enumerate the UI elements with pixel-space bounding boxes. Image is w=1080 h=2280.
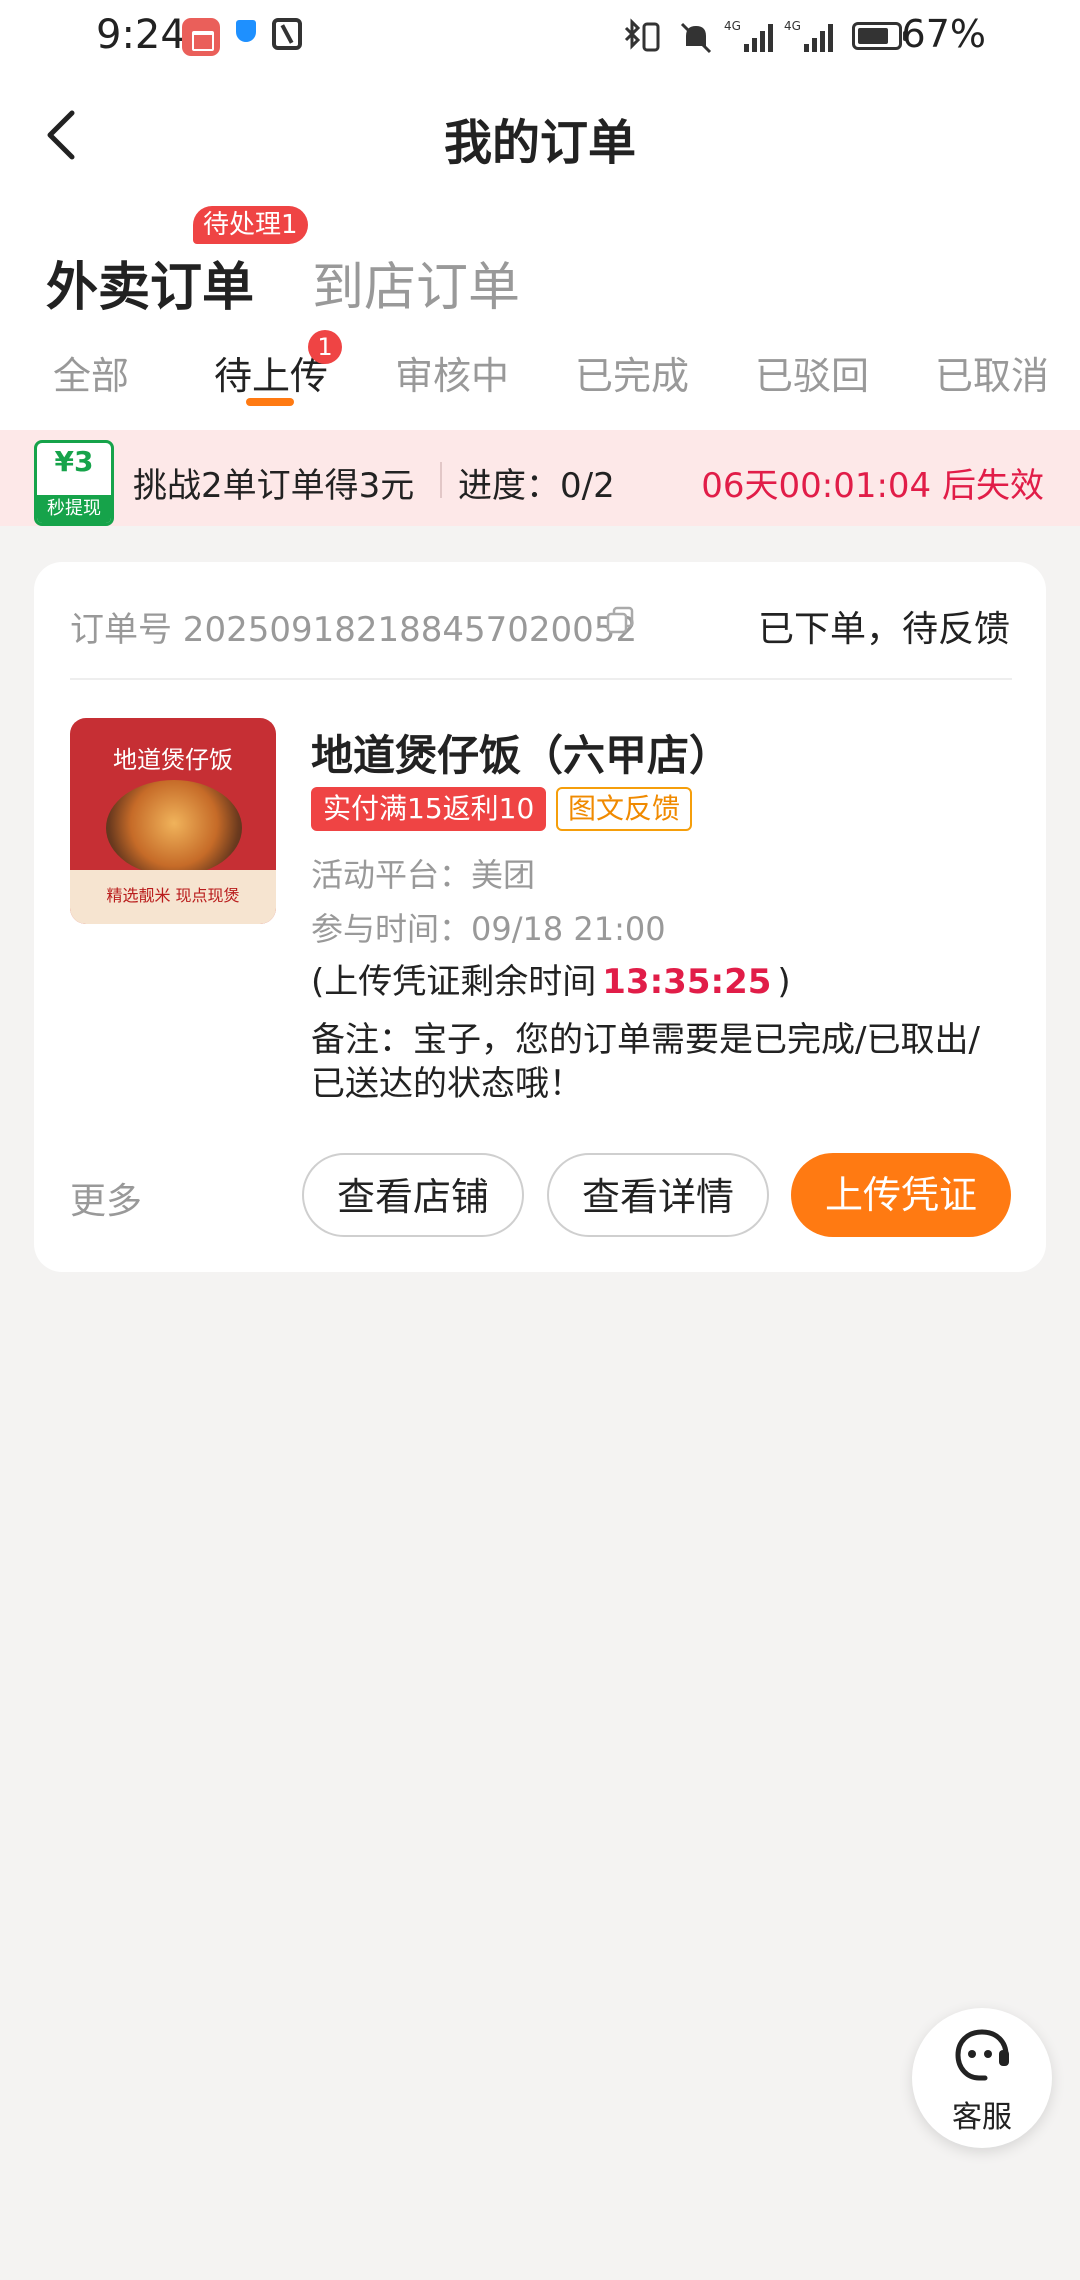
battery-icon xyxy=(852,22,907,50)
battery-percent: 67% xyxy=(901,12,986,56)
svg-text:4G: 4G xyxy=(724,19,741,33)
nfc-icon xyxy=(272,18,302,50)
upload-proof-button[interactable]: 上传凭证 xyxy=(791,1153,1011,1237)
card-divider xyxy=(70,678,1012,680)
shield-icon xyxy=(236,20,256,42)
page-title: 我的订单 xyxy=(443,115,636,171)
status-time: 9:24 xyxy=(96,12,186,58)
countdown-prefix: (上传凭证剩余时间 xyxy=(311,962,597,1002)
pending-badge: 待处理1 xyxy=(193,206,308,244)
status-bar: 9:24 4G 4G 67% xyxy=(0,0,1080,75)
customer-service-button[interactable]: 客服 xyxy=(912,2008,1052,2148)
rebate-tag: 实付满15返利10 xyxy=(311,787,547,831)
view-detail-button[interactable]: 查看详情 xyxy=(547,1153,769,1237)
store-image[interactable]: 地道煲仔饭 精选靓米 现点现煲 xyxy=(70,718,276,924)
join-time: 参与时间：09/18 21:00 xyxy=(311,910,666,948)
order-remark: 备注：宝子，您的订单需要是已完成/已取出/已送达的状态哦！ xyxy=(311,1020,980,1104)
mute-bell-icon xyxy=(680,22,712,54)
bluetooth-icon xyxy=(624,18,660,52)
copy-icon[interactable] xyxy=(606,606,634,634)
system-icons: 4G 4G xyxy=(620,18,920,58)
reward-amount: ¥3 xyxy=(54,445,94,478)
huawei-app-icon xyxy=(182,18,220,56)
view-store-button[interactable]: 查看店铺 xyxy=(302,1153,524,1237)
challenge-text: 挑战2单订单得3元 xyxy=(133,466,415,506)
reward-badge: ¥3 秒提现 xyxy=(34,440,114,526)
challenge-progress: 进度：0/2 xyxy=(458,466,615,506)
store-name[interactable]: 地道煲仔饭（六甲店） xyxy=(311,722,731,783)
order-status: 已下单，待反馈 xyxy=(757,609,1010,650)
claypot-rice-image xyxy=(106,780,242,876)
tab-takeout-orders[interactable]: 外卖订单 xyxy=(46,245,254,320)
activity-platform: 活动平台：美团 xyxy=(311,856,536,894)
status-tab-completed[interactable]: 已完成 xyxy=(575,345,689,400)
signal-4g-icon-2: 4G xyxy=(784,19,833,52)
countdown-time: 13:35:25 xyxy=(602,962,772,1002)
reward-tag: 秒提现 xyxy=(37,495,111,523)
upload-countdown: (上传凭证剩余时间 13:35:25) xyxy=(311,954,791,1003)
customer-service-icon xyxy=(955,2029,1009,2081)
customer-service-label: 客服 xyxy=(952,2100,1012,2135)
more-link[interactable]: 更多 xyxy=(70,1172,142,1224)
svg-text:4G: 4G xyxy=(784,19,801,33)
status-tab-rejected[interactable]: 已驳回 xyxy=(755,345,869,400)
status-tab-reviewing[interactable]: 审核中 xyxy=(395,345,509,400)
order-number: 订单号 20250918218845702005​2 xyxy=(70,610,638,650)
store-image-title: 地道煲仔饭 xyxy=(113,746,233,774)
status-tab-cancelled[interactable]: 已取消 xyxy=(935,345,1049,400)
active-tab-indicator xyxy=(246,398,294,406)
tab-instore-orders[interactable]: 到店订单 xyxy=(312,245,520,320)
challenge-timer: 06天00:01:04 后失效 xyxy=(701,466,1044,506)
store-image-footer: 精选靓米 现点现煲 xyxy=(106,886,240,905)
status-tab-all[interactable]: 全部 xyxy=(53,345,129,400)
countdown-suffix: ) xyxy=(777,962,791,1002)
challenge-divider xyxy=(440,462,442,498)
signal-4g-icon: 4G xyxy=(724,19,773,52)
feedback-type-tag: 图文反馈 xyxy=(556,787,693,831)
pending-upload-count: 1 xyxy=(308,330,342,364)
